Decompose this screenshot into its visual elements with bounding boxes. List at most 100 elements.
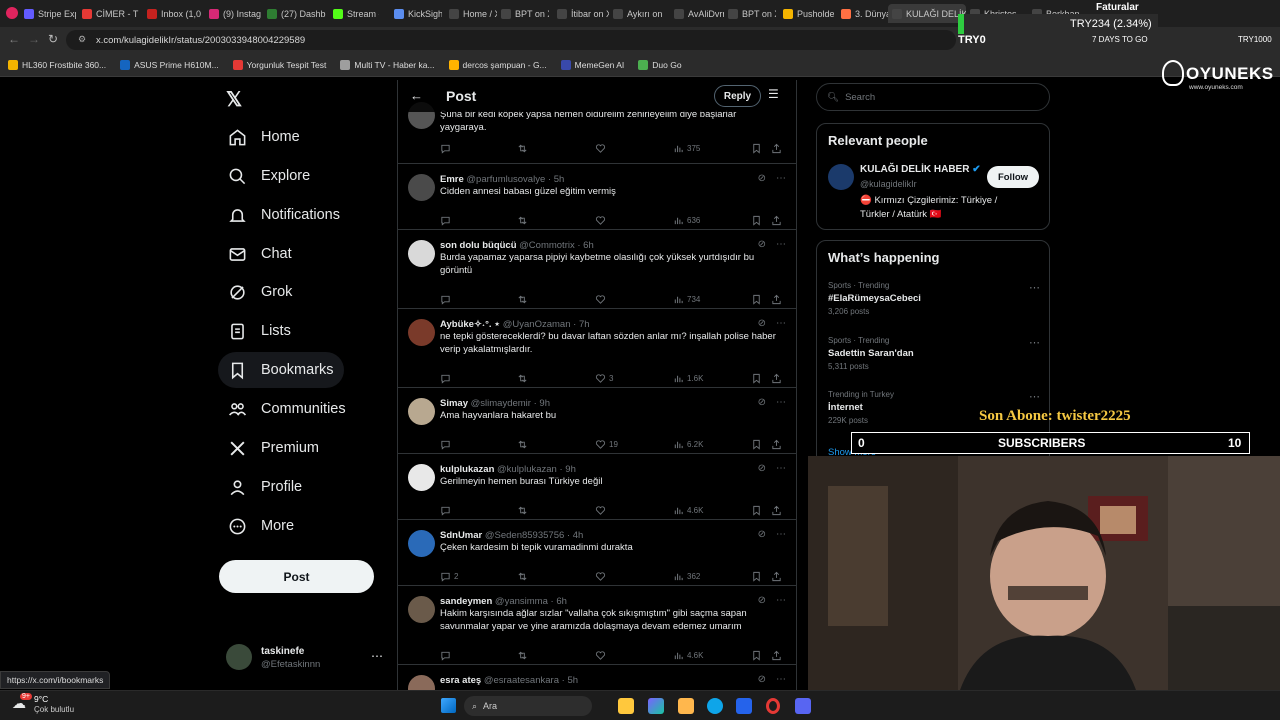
- more-dots-icon[interactable]: ⋯: [1029, 390, 1040, 403]
- bookmark-action[interactable]: [751, 439, 762, 450]
- reply-action[interactable]: [440, 650, 454, 661]
- bookmark-item[interactable]: Duo Go: [638, 59, 682, 70]
- share-action[interactable]: [771, 373, 782, 384]
- site-info-icon[interactable]: ⚙: [78, 34, 86, 45]
- like-action[interactable]: 3: [595, 373, 613, 384]
- nav-item-notifications[interactable]: Notifications: [218, 197, 350, 233]
- browser-tab[interactable]: 3. Dünya: [837, 4, 893, 23]
- reply-author[interactable]: Simay @slimaydemir · 9h: [440, 398, 550, 409]
- share-action[interactable]: [771, 439, 782, 450]
- share-action[interactable]: [771, 571, 782, 582]
- bookmark-item[interactable]: MemeGen AI: [560, 59, 624, 70]
- browser-tab[interactable]: Inbox (1,0: [143, 4, 205, 23]
- reply-post[interactable]: kulplukazan @kulplukazan · 9h ⊘ ⋯ Gerilmeyi…: [398, 454, 796, 520]
- grok-icon[interactable]: ⊘: [758, 674, 766, 685]
- reply-post[interactable]: sandeymen @yansimma · 6h ⊘ ⋯ Hakim karşısın…: [398, 586, 796, 665]
- more-dots-icon[interactable]: ⋯: [776, 239, 786, 250]
- nav-item-bookmarks[interactable]: Bookmarks: [218, 352, 344, 388]
- reply-action[interactable]: [440, 439, 454, 450]
- url-field[interactable]: ⚙ x.com/kulagidelikIr/status/20030339480…: [66, 30, 956, 50]
- nav-item-grok[interactable]: Grok: [218, 274, 302, 310]
- photos-icon[interactable]: [678, 698, 694, 714]
- browser-tab[interactable]: Home / X: [445, 4, 497, 23]
- reply-post[interactable]: son dolu büqücü @Commotrix · 6h ⊘ ⋯ Burda y…: [398, 230, 796, 309]
- browser-tab[interactable]: (9) Instagr: [205, 4, 261, 23]
- trend-item[interactable]: Sports · Trending #ElaRümeysaCebeci 3,206 …: [828, 281, 1040, 327]
- account-switcher[interactable]: taskinefe @Efetaskinnn ⋯: [226, 640, 391, 680]
- nav-item-chat[interactable]: Chat: [218, 236, 302, 272]
- taskbar-search[interactable]: ⌕ Ara: [464, 696, 592, 716]
- bookmark-action[interactable]: [751, 143, 762, 154]
- share-action[interactable]: [771, 294, 782, 305]
- avatar[interactable]: [408, 174, 435, 201]
- repost-action[interactable]: [517, 143, 528, 154]
- reply-post[interactable]: Aybüke✧˖°. ⋆ @UyanOzaman · 7h ⊘ ⋯ ne tepki …: [398, 309, 796, 388]
- browser-tab[interactable]: KULAĞI DELİK H: [888, 4, 966, 23]
- bookmark-item[interactable]: dercos şampuan - G...: [448, 59, 547, 70]
- browser-tab[interactable]: (27) Dashb: [263, 4, 327, 23]
- repost-action[interactable]: [517, 650, 528, 661]
- store-icon[interactable]: [736, 698, 752, 714]
- grok-icon[interactable]: ⊘: [758, 318, 766, 329]
- grok-icon[interactable]: ⊘: [758, 239, 766, 250]
- reply-author[interactable]: kulplukazan @kulplukazan · 9h: [440, 464, 576, 475]
- views-action[interactable]: 4.6K: [673, 650, 703, 661]
- trend-item[interactable]: Sports · Trending Sadettin Saran'dan 5,311…: [828, 336, 1040, 382]
- reply-action[interactable]: [440, 143, 454, 154]
- more-dots-icon[interactable]: ⋯: [371, 649, 383, 663]
- bookmark-action[interactable]: [751, 571, 762, 582]
- bookmark-action[interactable]: [751, 505, 762, 516]
- opera-icon[interactable]: [766, 698, 780, 714]
- bookmark-action[interactable]: [751, 373, 762, 384]
- views-action[interactable]: 362: [673, 571, 700, 582]
- repost-action[interactable]: [517, 571, 528, 582]
- reply-button[interactable]: Reply: [714, 85, 761, 107]
- reply-action[interactable]: [440, 505, 454, 516]
- like-action[interactable]: [595, 505, 609, 516]
- browser-tab[interactable]: BPT on X:: [497, 4, 549, 23]
- forward-icon[interactable]: →: [28, 32, 40, 46]
- reply-post[interactable]: Simay @slimaydemir · 9h ⊘ ⋯ Ama hayvanlara …: [398, 388, 796, 454]
- nav-item-profile[interactable]: Profile: [218, 469, 312, 505]
- browser-tab[interactable]: Stream - K: [329, 4, 379, 23]
- share-action[interactable]: [771, 650, 782, 661]
- bookmark-item[interactable]: Yorgunluk Tespit Test: [232, 59, 326, 70]
- browser-tab[interactable]: KickSight: [390, 4, 442, 23]
- reply-author[interactable]: son dolu büqücü @Commotrix · 6h: [440, 240, 594, 251]
- more-dots-icon[interactable]: ⋯: [776, 529, 786, 540]
- reply-action[interactable]: 2: [440, 571, 458, 582]
- more-dots-icon[interactable]: ⋯: [776, 397, 786, 408]
- avatar[interactable]: [408, 319, 435, 346]
- reload-icon[interactable]: ↻: [48, 32, 58, 46]
- avatar[interactable]: [828, 164, 854, 190]
- nav-item-communities[interactable]: Communities: [218, 391, 356, 427]
- views-action[interactable]: 636: [673, 215, 700, 226]
- bookmark-action[interactable]: [751, 215, 762, 226]
- browser-tab[interactable]: İtibar on X: [553, 4, 609, 23]
- more-dots-icon[interactable]: ⋯: [776, 674, 786, 685]
- file-explorer-icon[interactable]: [618, 698, 634, 714]
- bookmark-action[interactable]: [751, 294, 762, 305]
- more-dots-icon[interactable]: ⋯: [776, 173, 786, 184]
- like-action[interactable]: 19: [595, 439, 618, 450]
- back-icon[interactable]: ←: [8, 32, 20, 46]
- browser-tab[interactable]: Stripe Exp: [20, 4, 76, 23]
- views-action[interactable]: 734: [673, 294, 700, 305]
- like-action[interactable]: [595, 650, 609, 661]
- reply-author[interactable]: sandeymen @yansimma · 6h: [440, 596, 567, 607]
- copilot-icon[interactable]: [648, 698, 664, 714]
- reply-author[interactable]: Emre @parfumlusovalye · 5h: [440, 174, 564, 185]
- nav-item-explore[interactable]: Explore: [218, 158, 320, 194]
- avatar[interactable]: [408, 240, 435, 267]
- browser-tab[interactable]: AvAliDvrn: [670, 4, 724, 23]
- share-action[interactable]: [771, 215, 782, 226]
- nav-item-more[interactable]: More: [218, 508, 304, 544]
- reply-author[interactable]: esra ateş @esraatesankara · 5h: [440, 675, 578, 686]
- more-dots-icon[interactable]: ⋯: [776, 595, 786, 606]
- reply-post[interactable]: SdnUmar @Seden85935756 · 4h ⊘ ⋯ Çeken karde…: [398, 520, 796, 586]
- share-action[interactable]: [771, 143, 782, 154]
- views-action[interactable]: 4.6K: [673, 505, 703, 516]
- avatar[interactable]: [408, 464, 435, 491]
- back-arrow-icon[interactable]: ←: [410, 88, 423, 103]
- bookmark-action[interactable]: [751, 650, 762, 661]
